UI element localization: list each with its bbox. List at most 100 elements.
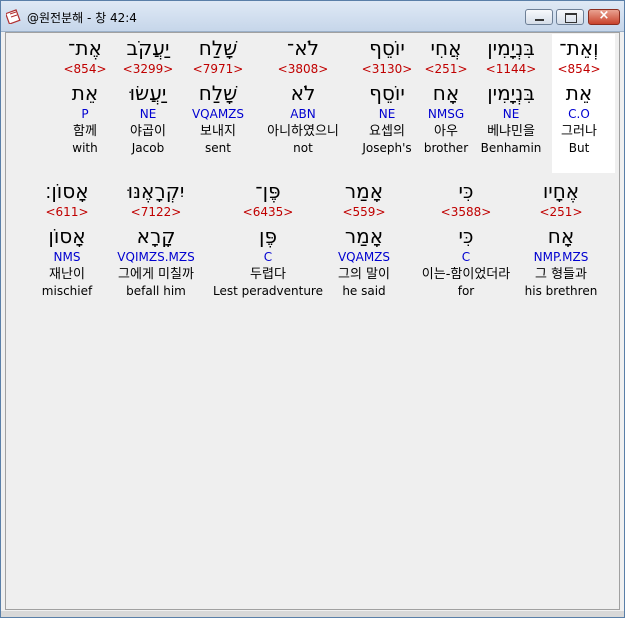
english-gloss: with	[72, 141, 98, 155]
title-bar[interactable]: @원전분해 - 창 42:4 ×	[1, 1, 624, 32]
strong-number: <3588>	[440, 205, 492, 219]
parsing-code: NMSG	[427, 107, 465, 121]
english-gloss: befall him	[126, 284, 186, 298]
parsing-code: C.O	[568, 107, 590, 121]
parsing-code: NE	[139, 107, 157, 121]
word-cell[interactable]: לֹא־ <3808> לֹא ABN 아니하였으니 not	[267, 36, 339, 156]
lemma-word: אֵת	[71, 81, 99, 105]
strong-number: <1144>	[485, 62, 537, 76]
hebrew-word: בִּנְיָמִין	[487, 36, 535, 60]
app-window: @원전분해 - 창 42:4 × וְאֵת־ <854> אֵת C.O 그러나 But…	[0, 0, 625, 618]
word-cell[interactable]: כִּי <3588> כִּי C 이는-함이었더라 for	[422, 179, 510, 299]
word-cell[interactable]: אֲחִי <251> אָח NMSG 아우 brother	[424, 36, 468, 156]
korean-gloss: 그에게 미칠까	[118, 267, 194, 282]
english-gloss: Joseph's	[362, 141, 412, 155]
strong-number: <251>	[424, 62, 468, 76]
strong-number: <7122>	[130, 205, 182, 219]
parsing-code: VQAMZS	[337, 250, 391, 264]
lemma-word: יַעֲשׂוּ	[129, 81, 167, 105]
english-gloss: mischief	[41, 284, 93, 298]
lemma-word: כִּי	[458, 224, 474, 248]
lemma-word: יוֹסֵף	[369, 81, 405, 105]
parsing-code: P	[81, 107, 89, 121]
strong-number: <611>	[45, 205, 89, 219]
korean-gloss: 아니하였으니	[267, 124, 339, 139]
word-cell[interactable]: אֶחָיו <251> אָח NMP.MZS 그 형들과 his brethren	[525, 179, 598, 299]
close-icon: ×	[598, 8, 610, 23]
hebrew-word: פֶּן־	[255, 179, 281, 203]
lemma-word: אָח	[432, 81, 460, 105]
korean-gloss: 그 형들과	[535, 267, 587, 282]
hebrew-word: אָסוֹן׃	[45, 179, 89, 203]
word-cell[interactable]: פֶּן־ <6435> פֶּן C 두렵다 Lest peradventure	[213, 179, 323, 299]
parsing-code: C	[461, 250, 471, 264]
hebrew-word: וְאֵת־	[559, 36, 599, 60]
status-bar	[1, 611, 624, 617]
hebrew-word: שָׁלַח	[198, 36, 238, 60]
english-gloss: But	[568, 141, 590, 155]
lemma-word: לֹא	[290, 81, 316, 105]
word-cell[interactable]: וְאֵת־ <854> אֵת C.O 그러나 But	[557, 36, 600, 156]
parsing-code: NE	[378, 107, 396, 121]
korean-gloss: 보내지	[200, 124, 236, 139]
parsing-code: ABN	[290, 107, 316, 121]
word-cell[interactable]: יַעֲקֹב <3299> יַעֲשׂוּ NE 야곱이 Jacob	[123, 36, 174, 156]
word-cell[interactable]: אֶת־ <854> אֵת P 함께 with	[63, 36, 106, 156]
word-cell[interactable]: אָמַר <559> אָמַר VQAMZS 그의 말이 he said	[338, 179, 390, 299]
korean-gloss: 아우	[434, 124, 458, 139]
strong-number: <6435>	[242, 205, 294, 219]
lemma-word: אָסוֹן	[48, 224, 86, 248]
english-gloss: his brethren	[524, 284, 598, 298]
parsing-code: NE	[502, 107, 520, 121]
strong-number: <854>	[63, 62, 107, 76]
lemma-word: אָמַר	[344, 224, 384, 248]
word-cell[interactable]: יִקְרָאֶנּוּ <7122> קָרָא VQIMZS.MZS 그에게 미칠까…	[117, 179, 194, 299]
close-button[interactable]: ×	[588, 8, 620, 25]
lemma-word: שָׁלַח	[198, 81, 238, 105]
korean-gloss: 그의 말이	[338, 267, 390, 282]
english-gloss: not	[293, 141, 313, 155]
word-cell[interactable]: בִּנְיָמִין <1144> בִּנְיָמִין NE 베냐민을 Benham…	[481, 36, 542, 156]
strong-number: <7971>	[192, 62, 244, 76]
strong-number: <3808>	[277, 62, 329, 76]
parsing-code: VQAMZS	[191, 107, 245, 121]
hebrew-word: כִּי	[458, 179, 474, 203]
hebrew-word: אֲחִי	[430, 36, 462, 60]
parsing-code: NMS	[53, 250, 81, 264]
strong-number: <3299>	[122, 62, 174, 76]
korean-gloss: 재난이	[49, 267, 85, 282]
strong-number: <3130>	[361, 62, 413, 76]
parsing-code: VQIMZS.MZS	[117, 250, 195, 264]
parsing-code: NMP.MZS	[533, 250, 589, 264]
strong-number: <559>	[342, 205, 386, 219]
korean-gloss: 베냐민을	[487, 124, 535, 139]
korean-gloss: 이는-함이었더라	[421, 267, 511, 282]
korean-gloss: 두렵다	[250, 267, 286, 282]
english-gloss: Lest peradventure	[213, 284, 323, 298]
window-title: @원전분해 - 창 42:4	[27, 11, 137, 25]
word-cell[interactable]: אָסוֹן׃ <611> אָסוֹן NMS 재난이 mischief	[42, 179, 92, 299]
hebrew-word: לֹא־	[287, 36, 319, 60]
maximize-button[interactable]	[556, 9, 584, 25]
korean-gloss: 그러나	[561, 124, 597, 139]
hebrew-word: יַעֲקֹב	[126, 36, 170, 60]
strong-number: <251>	[539, 205, 583, 219]
book-icon	[6, 9, 21, 24]
english-gloss: Jacob	[131, 141, 165, 155]
lemma-word: בִּנְיָמִין	[487, 81, 535, 105]
lemma-word: פֶּן	[259, 224, 277, 248]
english-gloss: Benhamin	[480, 141, 542, 155]
english-gloss: brother	[423, 141, 469, 155]
korean-gloss: 요셉의	[369, 124, 405, 139]
hebrew-word: אֶת־	[68, 36, 102, 60]
english-gloss: he said	[342, 284, 386, 298]
word-cell[interactable]: יוֹסֵף <3130> יוֹסֵף NE 요셉의 Joseph's	[362, 36, 413, 156]
minimize-button[interactable]	[525, 9, 553, 25]
strong-number: <854>	[557, 62, 601, 76]
english-gloss: for	[457, 284, 475, 298]
korean-gloss: 함께	[73, 124, 97, 139]
parsing-code: C	[263, 250, 273, 264]
lemma-word: אָח	[547, 224, 575, 248]
word-cell[interactable]: שָׁלַח <7971> שָׁלַח VQAMZS 보내지 sent	[192, 36, 244, 156]
english-gloss: sent	[205, 141, 231, 155]
